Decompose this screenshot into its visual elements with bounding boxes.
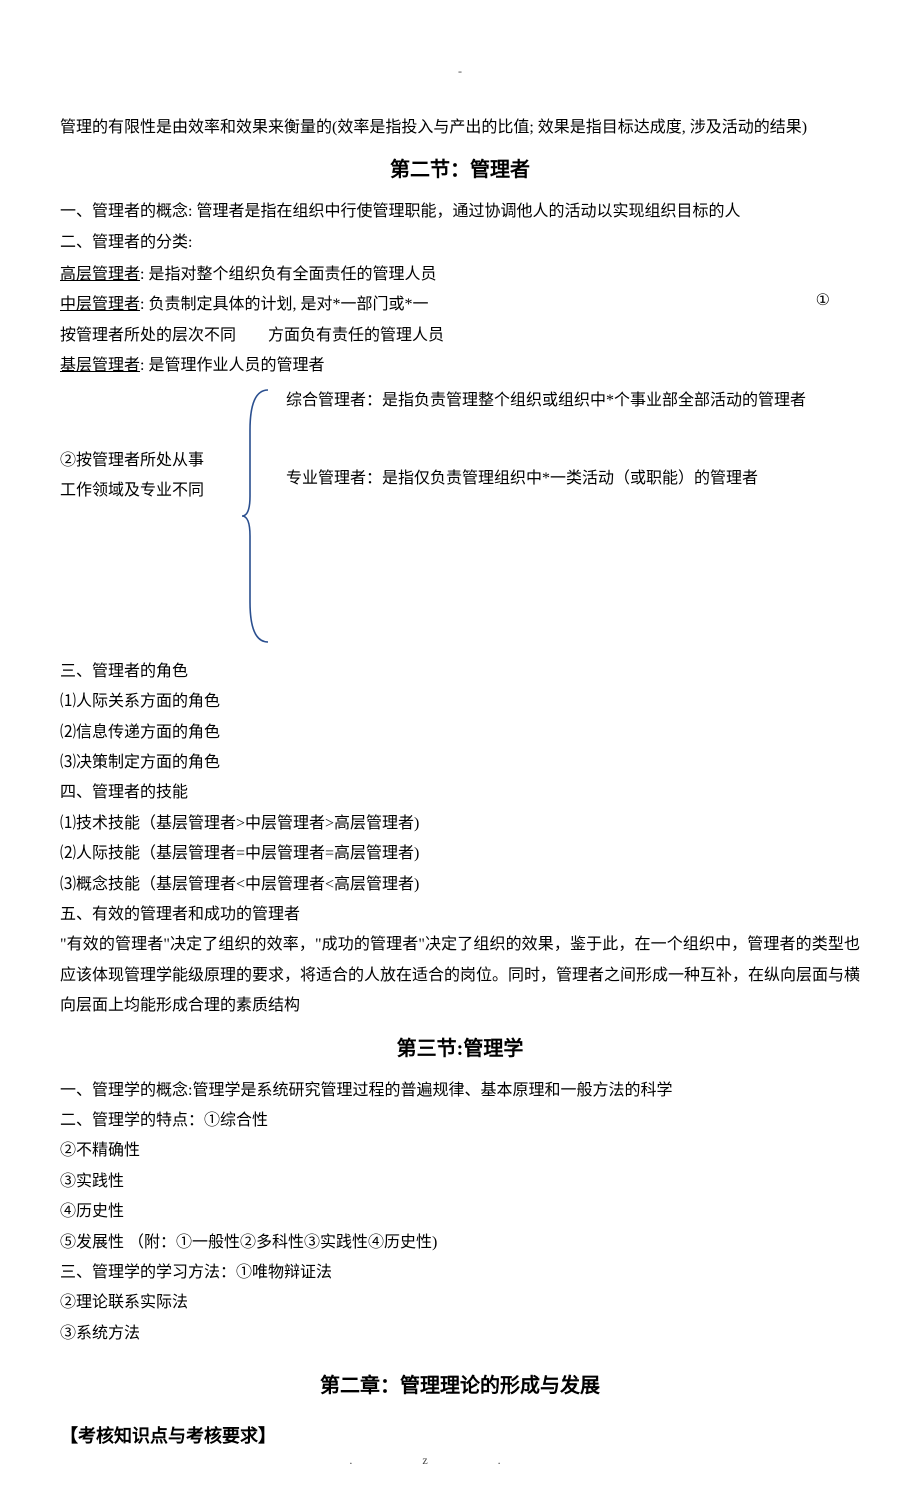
page: - 管理的有限性是由效率和效果来衡量的(效率是指投入与产出的比值; 效果是指目标… — [0, 0, 920, 1499]
header-dash: - — [60, 60, 860, 83]
skill-2: ⑵人际技能（基层管理者=中层管理者=高层管理者) — [60, 839, 860, 869]
section-3-title: 第三节:管理学 — [60, 1030, 860, 1068]
s3-features-heading: 二、管理学的特点：①综合性 — [60, 1106, 860, 1136]
skill-1: ⑴技术技能（基层管理者>中层管理者>高层管理者) — [60, 809, 860, 839]
method-3: ③系统方法 — [60, 1319, 860, 1349]
s2-roles-heading: 三、管理者的角色 — [60, 657, 860, 687]
level-classification-block: ① 高层管理者: 是指对整个组织负有全面责任的管理人员 中层管理者: 负责制定具… — [60, 260, 860, 382]
base-level-label: 基层管理者 — [60, 357, 140, 374]
skill-3: ⑶概念技能（基层管理者<中层管理者<高层管理者) — [60, 870, 860, 900]
brace-icon — [240, 386, 276, 657]
high-level-row: 高层管理者: 是指对整个组织负有全面责任的管理人员 — [60, 260, 860, 290]
mid-level-row: 中层管理者: 负责制定具体的计划, 是对*一部门或*一 — [60, 290, 860, 320]
cat2-line2: 工作领域及专业不同 — [60, 476, 240, 506]
cat2-line1: ②按管理者所处从事 — [60, 446, 240, 476]
s2-skills-heading: 四、管理者的技能 — [60, 778, 860, 808]
mid-level-label: 中层管理者 — [60, 296, 140, 313]
page-footer: .z. — [0, 1449, 920, 1472]
high-level-text: : 是指对整个组织负有全面责任的管理人员 — [140, 266, 436, 283]
feature-4: ④历史性 — [60, 1197, 860, 1227]
mid-level-text: : 负责制定具体的计划, 是对*一部门或*一 — [140, 296, 428, 313]
s3-methods-heading: 三、管理学的学习方法：①唯物辩证法 — [60, 1258, 860, 1288]
domain-classification-left: ②按管理者所处从事 工作领域及专业不同 — [60, 386, 240, 507]
method-2: ②理论联系实际法 — [60, 1288, 860, 1318]
s3-concept: 一、管理学的概念:管理学是系统研究管理过程的普遍规律、基本原理和一般方法的科学 — [60, 1076, 860, 1106]
base-level-row: 基层管理者: 是管理作业人员的管理者 — [60, 351, 860, 381]
base-level-text: : 是管理作业人员的管理者 — [140, 357, 324, 374]
feature-5: ⑤发展性 （附：①一般性②多科性③实践性④历史性) — [60, 1228, 860, 1258]
professional-manager: 专业管理者：是指仅负责管理组织中*一类活动（或职能）的管理者 — [286, 464, 860, 494]
s2-effective-body: "有效的管理者"决定了组织的效率，"成功的管理者"决定了组织的效果，鉴于此，在一… — [60, 930, 860, 1021]
s2-classification-heading: 二、管理者的分类: — [60, 228, 860, 258]
feature-2: ②不精确性 — [60, 1136, 860, 1166]
section-2-title: 第二节：管理者 — [60, 151, 860, 189]
high-level-label: 高层管理者 — [60, 266, 140, 283]
comprehensive-manager: 综合管理者：是指负责管理整个组织或组织中*个事业部全部活动的管理者 — [286, 386, 860, 416]
intro-paragraph: 管理的有限性是由效率和效果来衡量的(效率是指投入与产出的比值; 效果是指目标达成… — [60, 113, 860, 143]
s2-effective-heading: 五、有效的管理者和成功的管理者 — [60, 900, 860, 930]
role-1: ⑴人际关系方面的角色 — [60, 687, 860, 717]
chapter-2-title: 第二章：管理理论的形成与发展 — [60, 1367, 860, 1405]
layer-note: 按管理者所处的层次不同 方面负有责任的管理人员 — [60, 321, 860, 351]
feature-3: ③实践性 — [60, 1167, 860, 1197]
s2-concept: 一、管理者的概念: 管理者是指在组织中行使管理职能，通过协调他人的活动以实现组织… — [60, 197, 860, 227]
role-3: ⑶决策制定方面的角色 — [60, 748, 860, 778]
domain-classification-block: ②按管理者所处从事 工作领域及专业不同 综合管理者：是指负责管理整个组织或组织中… — [60, 386, 860, 657]
role-2: ⑵信息传递方面的角色 — [60, 718, 860, 748]
